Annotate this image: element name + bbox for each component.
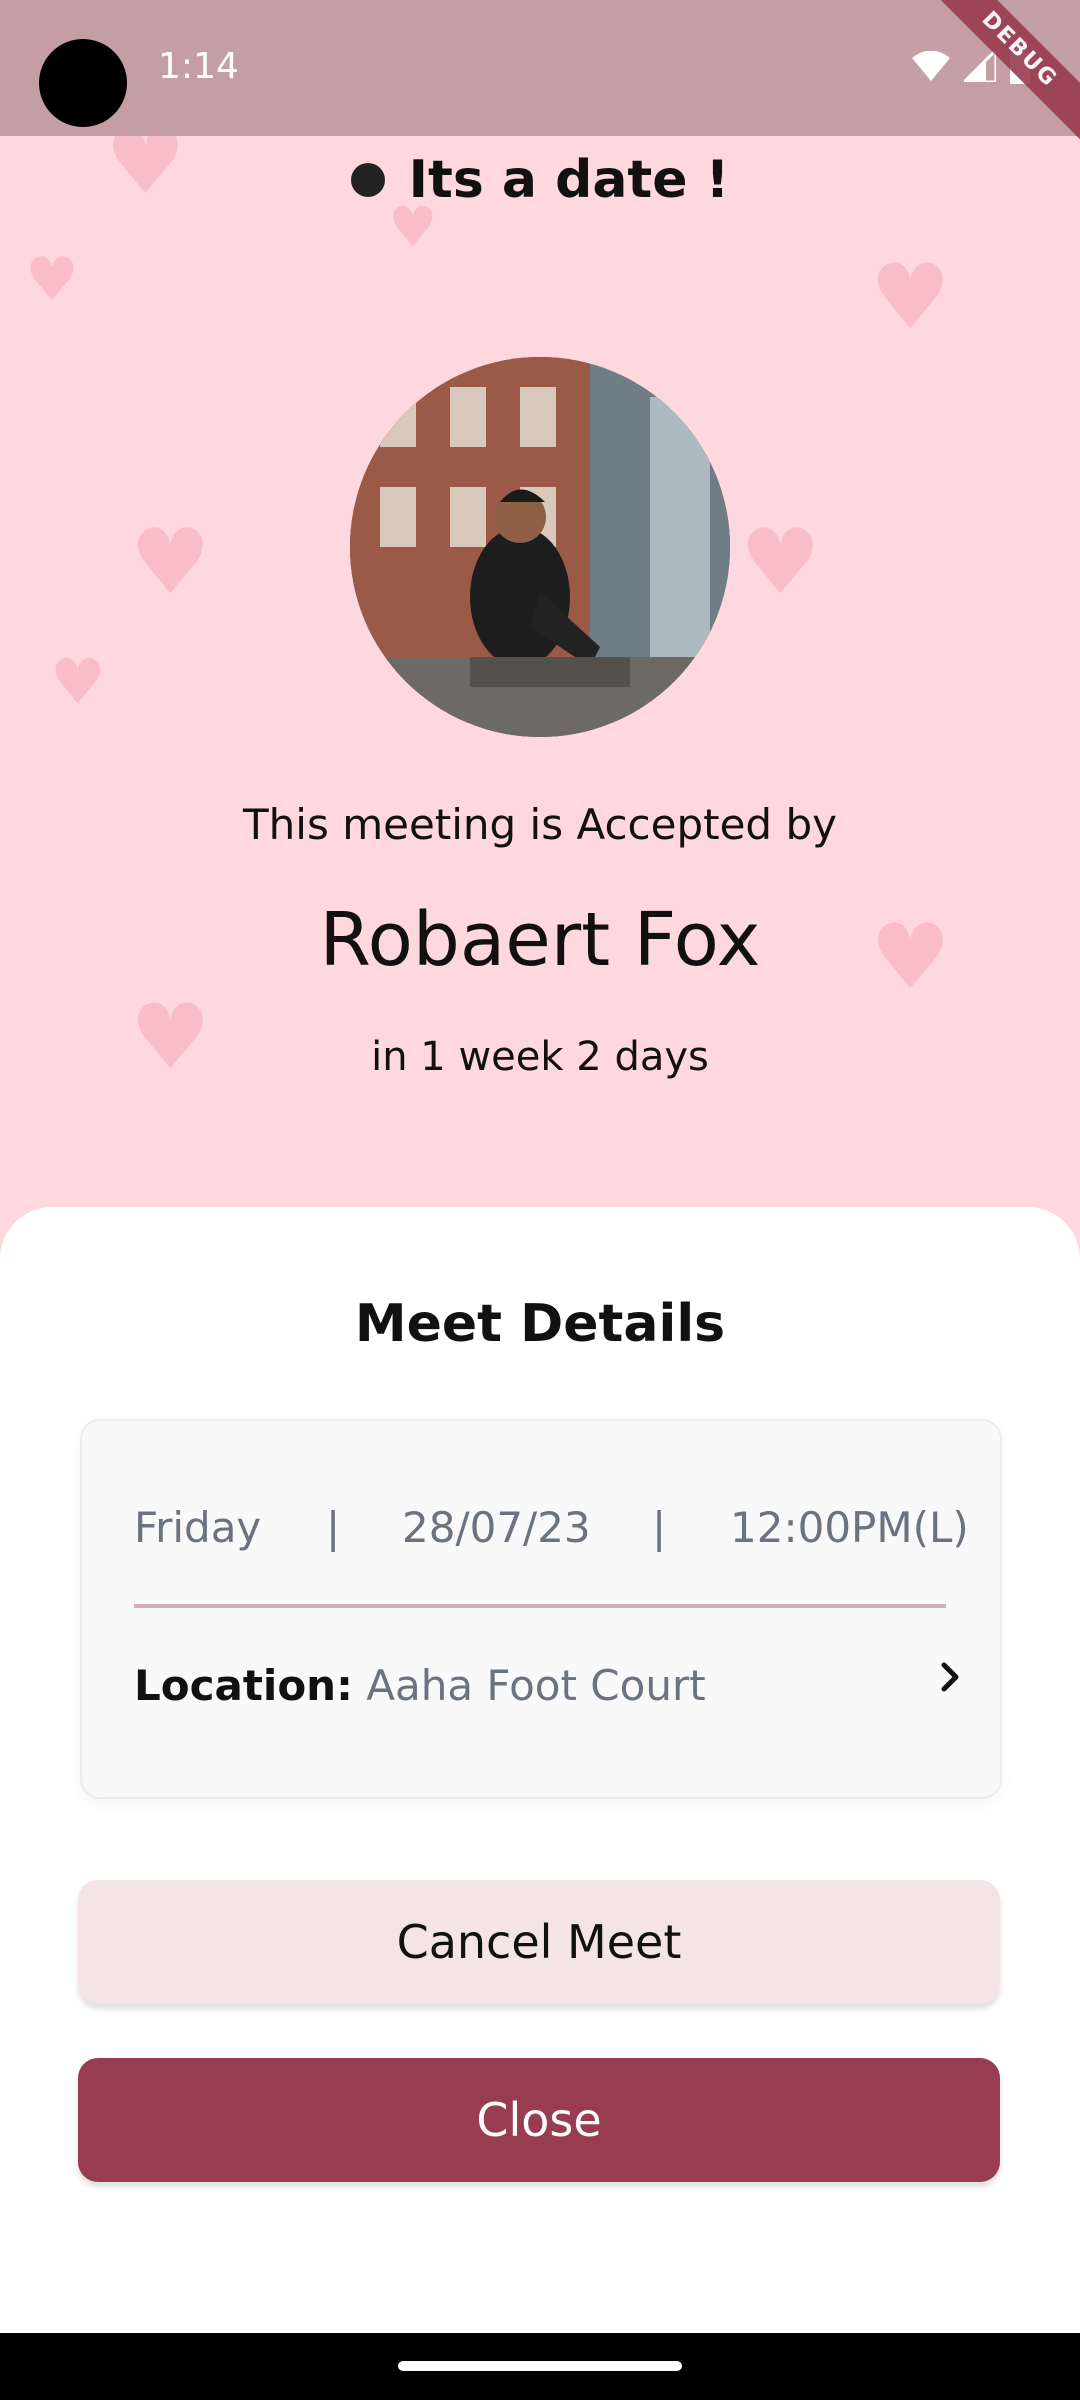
heart-icon: ♥ <box>25 245 79 315</box>
close-button[interactable]: Close <box>78 2058 1000 2182</box>
status-bar: 1:14 <box>0 0 1080 136</box>
accepted-text: This meeting is Accepted by <box>243 800 837 849</box>
date-time-row: Friday | 28/07/23 | 12:00PM(L) <box>134 1503 969 1563</box>
heart-icon: ♥ <box>740 510 821 615</box>
status-time: 1:14 <box>158 46 239 87</box>
separator: | <box>652 1503 667 1552</box>
partner-name: Robaert Fox <box>319 897 761 983</box>
home-indicator[interactable] <box>398 2361 682 2371</box>
avatar <box>350 357 730 737</box>
screen: ♥ ♥ ♥ ♥ ♥ ♥ ♥ ♥ ♥ 1:14 DEBUG Its a date … <box>0 0 1080 2333</box>
page-title: Its a date ! <box>408 150 730 210</box>
navigation-bar <box>0 2333 1080 2400</box>
meet-day: Friday <box>134 1503 262 1552</box>
heart-icon: ♥ <box>870 245 951 350</box>
status-dot-icon <box>350 163 385 197</box>
meet-date: 28/07/23 <box>402 1503 591 1552</box>
header: Its a date ! <box>0 150 1080 210</box>
avatar-photo <box>350 357 730 737</box>
meet-details-card: Friday | 28/07/23 | 12:00PM(L) Location:… <box>80 1419 1002 1799</box>
location-row[interactable]: Location: Aaha Foot Court <box>134 1661 962 1710</box>
sheet-title: Meet Details <box>354 1294 726 1354</box>
chevron-right-icon[interactable] <box>930 1657 970 1697</box>
wifi-icon <box>912 51 950 81</box>
camera-cutout <box>39 39 127 127</box>
separator: | <box>326 1503 341 1552</box>
cancel-meet-button[interactable]: Cancel Meet <box>78 1880 1000 2004</box>
relative-time: in 1 week 2 days <box>371 1034 709 1080</box>
meet-time: 12:00PM(L) <box>730 1503 969 1552</box>
heart-icon: ♥ <box>130 510 211 615</box>
heart-icon: ♥ <box>50 645 106 718</box>
signal-icon <box>964 50 996 82</box>
location-value: Aaha Foot Court <box>366 1661 706 1710</box>
divider <box>134 1604 946 1608</box>
location-label: Location: <box>134 1661 353 1710</box>
